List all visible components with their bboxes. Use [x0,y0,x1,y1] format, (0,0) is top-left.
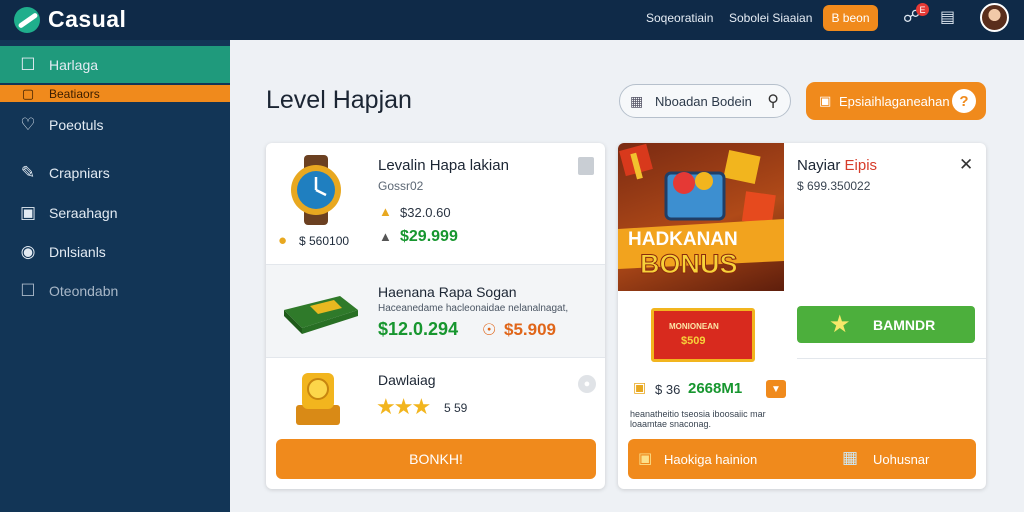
watch-image [286,155,346,225]
coin-stack-icon: ▣ [638,450,653,467]
search-input[interactable]: ▦ Nboadan Bodein ⚲ [619,84,791,118]
coin-stack-icon: ▲ [379,204,392,219]
logo-text: Casual [48,6,127,32]
item3-title: Dawlaiag [378,372,436,388]
star-icon: ★ [411,394,431,419]
item2-price-green: $12.0.294 [378,319,459,339]
rating-stars: ★★★ [376,394,431,420]
square-icon: ☐ [20,281,36,300]
bonus-title-accent: Eipis [844,157,878,174]
offers-panel: ● $ 560100 Levalin Hapa lakian Gossr02 ▲… [266,143,605,489]
bonus-title-main: Nayiar [797,157,841,174]
cash-bundle-image [280,288,362,336]
grid-icon[interactable]: ▤ [940,7,955,27]
search-text: Nboadan Bodein [655,94,752,109]
close-icon[interactable]: ✕ [959,155,973,175]
cta-label: Epsiaihlaganeahan [839,94,950,109]
bonus-action-bar[interactable]: ▣ Haokiga hainion ▦ Uohusnar [628,439,976,479]
item1-checkbox[interactable] [578,157,594,175]
sidebar-item-seraahagn[interactable]: ▣ Seraahagn [0,200,230,226]
sidebar-item-harlaga[interactable]: ☐ Harlaga [0,46,230,83]
logo-icon [14,6,40,33]
info-icon[interactable]: ● [578,375,596,393]
item1-new-price: $29.999 [400,228,458,245]
box-icon: ▣ [819,93,832,108]
stat-prefix: $ 36 [655,382,681,397]
disc-icon: ◉ [20,242,36,261]
sidebar-item-poeotuls[interactable]: ♡ Poeotuls [0,112,230,138]
bonus-promo-image: HADKANAN BONUS [618,143,784,291]
card-icon: ▣ [19,203,37,222]
ticket-image: MONIONEAN $509 [651,308,755,362]
coin-icon: ☉ [482,322,497,339]
sidebar-item-label: Seraahagn [49,205,118,221]
bonus-note: heanatheitio tseosia iboosaiic mar loaam… [630,409,766,429]
sidebar-item-oteondabn[interactable]: ☐ Oteondabn [0,278,230,304]
calendar-icon: ▦ [630,93,644,109]
help-icon: ? [952,89,976,113]
sidebar-item-beatiaors[interactable]: ▢ Beatiaors [0,85,230,102]
coin-icon: ● [278,232,288,249]
divider [266,357,605,358]
divider [797,358,986,359]
item1-subtitle: Gossr02 [378,179,424,193]
sidebar-item-label: Harlaga [49,56,99,73]
promo-line1: HADKANAN [628,229,738,250]
sidebar-item-label: Crapniars [49,165,110,181]
search-icon[interactable]: ⚲ [767,91,779,111]
chevron-down-icon[interactable]: ▼ [766,380,786,398]
top-link-2[interactable]: Sobolei Siaaian [729,11,812,25]
bonus-action-left[interactable]: Haokiga hainion [664,452,757,467]
top-bar: Casual Soqeoratiain Sobolei Siaaian B be… [0,0,1024,40]
ticket-text: MONIONEAN [669,322,719,331]
item1-badge-value: $ 560100 [299,234,350,248]
logo[interactable]: Casual [14,6,126,33]
sidebar-item-label: Oteondabn [49,283,119,299]
page-title: Level Hapjan [266,86,412,114]
notification-badge: E [916,3,929,16]
item2-price-orange: $5.909 [504,320,556,339]
item1-title: Levalin Hapa lakian [378,157,509,174]
heart-icon: ♡ [20,115,36,134]
bonus-action-right[interactable]: Uohusnar [873,452,929,467]
star-icon: ★ [376,394,396,419]
sidebar: ☐ Harlaga ▢ Beatiaors ♡ Poeotuls ✎ Crapn… [0,40,230,512]
square-icon: ☐ [20,54,36,74]
bonus-panel: HADKANAN BONUS Nayiar Eipis $ 699.350022… [618,143,986,489]
sidebar-item-label: Beatiaors [49,86,100,101]
item2-title: Haenana Rapa Sogan [378,284,517,300]
tag-icon: ▢ [21,85,35,101]
top-link-1[interactable]: Soqeoratiain [646,11,713,25]
bag-icon: ▲ [379,229,392,244]
item1-old-price: $32.0.60 [400,205,451,220]
item3-rating-text: 5 59 [444,401,468,415]
star-icon: ★ [829,311,851,338]
bonkh-button[interactable]: BONKH! [276,439,596,479]
bamndr-label: BAMNDR [873,317,936,333]
sidebar-item-crapniars[interactable]: ✎ Crapniars [0,160,230,186]
ticket-price: $509 [681,335,706,347]
bamndr-button[interactable]: ★ BAMNDR [797,306,975,343]
trophy-box-image [290,369,346,427]
sidebar-item-dnlsianls[interactable]: ◉ Dnlsianls [0,239,230,265]
promo-line2: BONUS [640,249,739,280]
pencil-icon: ✎ [20,163,36,182]
primary-cta-button[interactable]: ▣ Epsiaihlaganeahan ? [806,82,986,120]
item2-description: Haceanedame hacleonaidae nelanalnagat, [378,303,569,314]
top-action-button[interactable]: B beon [823,5,878,31]
gift-icon: ▦ [842,448,859,467]
star-icon: ★ [393,394,414,419]
avatar[interactable] [980,3,1009,32]
sidebar-item-label: Poeotuls [49,117,104,133]
sidebar-item-label: Dnlsianls [49,244,106,260]
treasure-icon: ▣ [633,379,647,395]
stat-value: 2668M1 [688,380,743,397]
bonus-subtitle: $ 699.350022 [797,179,871,193]
bonus-title: Nayiar Eipis [797,157,877,174]
